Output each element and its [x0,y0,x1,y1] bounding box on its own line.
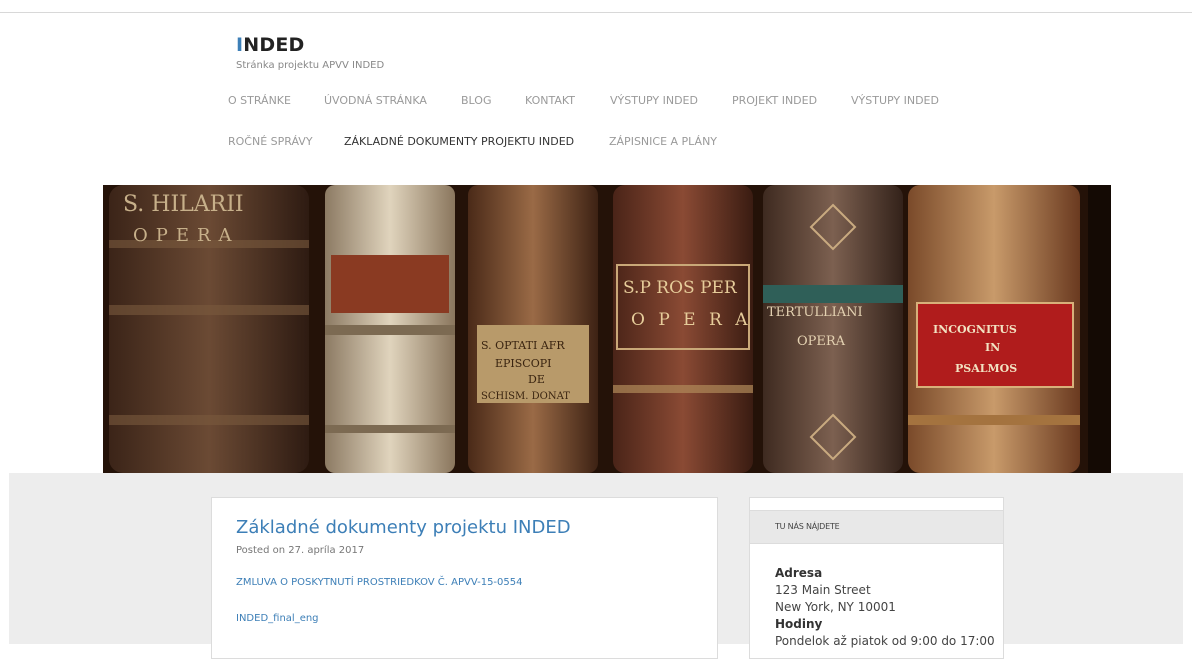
widget-title: TU NÁS NÁJDETE [775,522,840,531]
post-title[interactable]: Základné dokumenty projektu INDED [236,517,571,538]
top-border [0,12,1192,13]
hours-text: Pondelok až piatok od 9:00 do 17:00 [775,634,995,648]
spine-text: OPERA [797,334,846,349]
widget-header: TU NÁS NÁJDETE [750,510,1003,544]
nav-item-zakladne-dokumenty[interactable]: ZÁKLADNÉ DOKUMENTY PROJEKTU INDED [344,135,574,148]
address-line-1: 123 Main Street [775,583,871,597]
spine-text: INCOGNITUS [933,323,1017,336]
spine-text: OPERA [133,225,240,246]
nav-item-blog[interactable]: BLOG [461,94,491,107]
nav-item-kontakt[interactable]: KONTAKT [525,94,575,107]
address-line-2: New York, NY 10001 [775,600,896,614]
spine-text: IN [985,341,1000,354]
hours-label: Hodiny [775,617,823,631]
address-label: Adresa [775,566,823,580]
posted-on-label: Posted on [236,545,286,556]
nav-item-uvodna-stranka[interactable]: ÚVODNÁ STRÁNKA [324,94,427,107]
document-link-inded-final[interactable]: INDED_final_eng [236,613,319,624]
nav-item-projekt-inded[interactable]: PROJEKT INDED [732,94,817,107]
site-tagline: Stránka projektu APVV INDED [236,60,385,71]
nav-item-rocne-spravy[interactable]: ROČNÉ SPRÁVY [228,135,313,148]
spine-text: O P E R A [631,310,751,330]
spine-text: TERTULLIANI [767,305,863,320]
document-link-zmluva[interactable]: ZMLUVA O POSKYTNUTÍ PROSTRIEDKOV Č. APVV… [236,577,523,588]
post-date[interactable]: 27. apríla 2017 [288,545,364,556]
nav-item-vystupy-inded[interactable]: VÝSTUPY INDED [610,94,698,107]
header-image: S. HILARII OPERA S. OPTATI AFR EPISCOPI … [103,185,1111,473]
spine-text: PSALMOS [955,362,1017,375]
nav-item-o-stranke[interactable]: O STRÁNKE [228,94,291,107]
nav-item-vystupy-inded-2[interactable]: VÝSTUPY INDED [851,94,939,107]
nav-item-zapisnice-a-plany[interactable]: ZÁPISNICE A PLÁNY [609,135,717,148]
books-illustration: S. HILARII OPERA S. OPTATI AFR EPISCOPI … [103,185,1111,473]
post-meta: Posted on 27. apríla 2017 [236,545,364,556]
spine-text: S. OPTATI AFR [481,339,565,352]
spine-text: S.P ROS PER [623,278,738,298]
spine-text: S. HILARII [123,192,244,217]
spine-text: SCHISM. DONAT [481,391,570,402]
spine-text: DE [528,373,545,386]
site-title-rest: NDED [243,34,305,56]
site-title[interactable]: INDED [236,34,305,56]
spine-text: EPISCOPI [495,357,552,370]
